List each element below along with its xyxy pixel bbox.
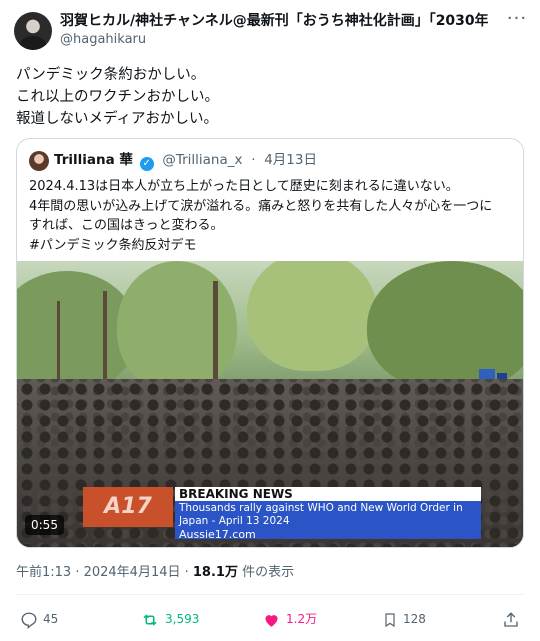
tree-foliage: [367, 261, 523, 391]
quote-date[interactable]: 4月13日: [264, 152, 317, 168]
news-headline: Thousands rally against WHO and New Worl…: [175, 501, 481, 541]
bookmark-button[interactable]: 128: [382, 608, 426, 630]
repost-button[interactable]: 3,593: [140, 608, 199, 630]
quote-separator: ·: [251, 152, 256, 168]
quote-line: 4年間の思いが込み上げて涙が溢れる。痛みと怒りを共有した人々が心を一つに: [29, 198, 493, 214]
tweet-line: 報道しないメディアおかしい。: [16, 111, 218, 127]
tree-trunk: [103, 291, 107, 391]
quote-author-name[interactable]: Trilliana 華: [54, 152, 133, 168]
news-logo: A17: [83, 487, 173, 527]
author-name-text: 羽賀ヒカル/神社チャンネル@最新刊「おうち神社化計画」「2030年大: [60, 13, 488, 29]
quote-author-handle: @Trilliana_x: [162, 152, 243, 168]
view-count: 18.1万: [192, 565, 238, 580]
repost-icon: [143, 613, 157, 626]
share-icon: [504, 611, 518, 627]
author-handle[interactable]: @hagahikaru: [60, 31, 146, 48]
author-avatar[interactable]: [14, 12, 52, 50]
verified-badge-icon: ✓: [139, 157, 154, 171]
headline-line: Thousands rally against WHO and New Worl…: [179, 502, 463, 514]
quote-author-avatar[interactable]: [29, 151, 49, 171]
reply-count: 45: [43, 612, 59, 626]
quote-text: 2024.4.13は日本人が立ち上がった日として歴史に刻まれるに違いない。 4年…: [29, 177, 513, 255]
tree-trunk: [57, 301, 60, 391]
tree-foliage: [117, 261, 237, 391]
share-button[interactable]: [502, 608, 525, 630]
divider: [16, 594, 524, 595]
quote-line: 2024.4.13は日本人が立ち上がった日として歴史に刻まれるに違いない。: [29, 179, 459, 194]
tweet-line: パンデミック条約おかしい。: [16, 67, 206, 83]
bookmark-icon: [385, 612, 395, 627]
bookmark-count: 128: [403, 612, 426, 626]
tree-trunk: [213, 281, 218, 391]
quote-hashtag[interactable]: #パンデミック条約反対デモ: [29, 236, 513, 256]
tweet-meta: 午前1:13 · 2024年4月14日 · 18.1万 件の表示: [16, 564, 294, 582]
like-count: 1.2万: [286, 612, 318, 626]
headline-line: Japan - April 13 2024: [179, 515, 290, 527]
tweet-timestamp[interactable]: 午前1:13 · 2024年4月14日 ·: [16, 565, 193, 580]
video-player[interactable]: A17 BREAKING NEWS Thousands rally agains…: [17, 261, 523, 547]
reply-icon: [21, 612, 37, 629]
breaking-news-label: BREAKING NEWS: [175, 487, 481, 501]
tree-foliage: [247, 261, 377, 371]
like-button[interactable]: 1.2万: [262, 608, 317, 630]
tweet-text: パンデミック条約おかしい。 これ以上のワクチンおかしい。 報道しないメディアおか…: [16, 64, 526, 130]
quote-author-row: Trilliana 華 ✓ @Trilliana_x · 4月13日: [54, 151, 317, 171]
quote-line: すれば、この国はきっと変わる。: [29, 218, 224, 233]
heart-icon: [265, 614, 278, 627]
video-duration: 0:55: [25, 515, 64, 535]
repost-count: 3,593: [165, 612, 200, 626]
reply-button[interactable]: 45: [20, 608, 58, 630]
quoted-tweet-card[interactable]: Trilliana 華 ✓ @Trilliana_x · 4月13日 2024.…: [16, 138, 524, 548]
more-options-icon[interactable]: ···: [506, 10, 528, 32]
news-source: Aussie17.com: [179, 528, 256, 541]
author-display-name[interactable]: 羽賀ヒカル/神社チャンネル@最新刊「おうち神社化計画」「2030年大 ✓: [60, 12, 488, 32]
tweet-line: これ以上のワクチンおかしい。: [16, 89, 219, 105]
view-suffix: 件の表示: [237, 565, 295, 580]
